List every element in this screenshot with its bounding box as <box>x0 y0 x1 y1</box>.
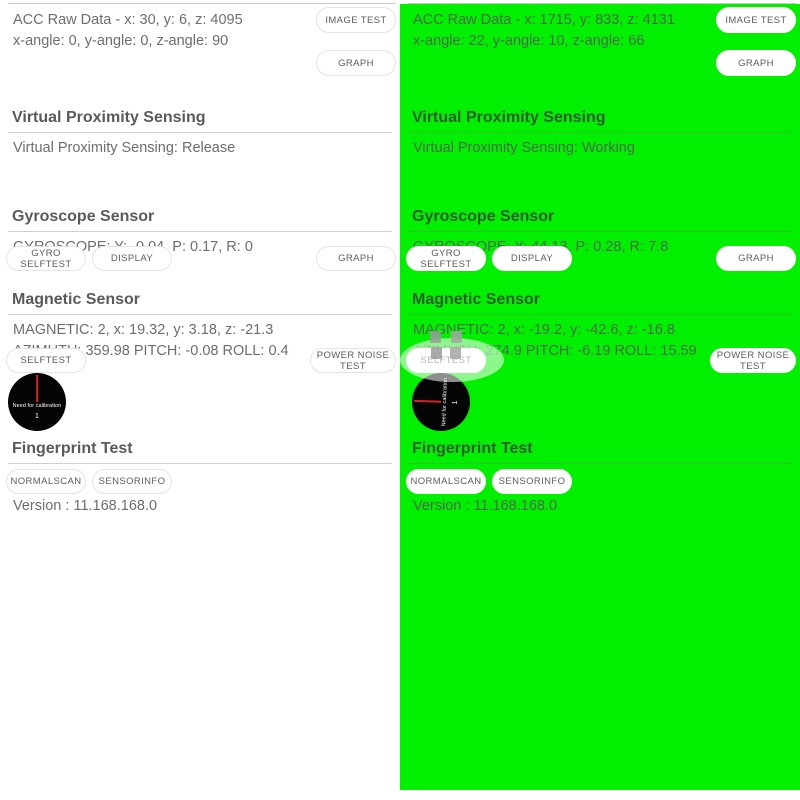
proximity-section-title: Virtual Proximity Sensing <box>412 109 606 126</box>
overlay-square-icon-2 <box>451 331 462 343</box>
top-divider <box>408 3 796 4</box>
compass-calibration-text: Need for calibration <box>12 403 62 409</box>
image-test-button[interactable]: IMAGE TEST <box>316 7 396 33</box>
graph-button-acc[interactable]: GRAPH <box>716 50 796 76</box>
gyro-display-button[interactable]: DISPLAY <box>492 246 572 271</box>
proximity-section-title: Virtual Proximity Sensing <box>12 109 206 126</box>
fingerprint-normalscan-button[interactable]: NORMALSCAN <box>406 469 486 494</box>
power-noise-test-button[interactable]: POWER NOISE TEST <box>710 348 796 373</box>
selftest-highlight-blob <box>400 338 504 382</box>
gyroscope-section-title: Gyroscope Sensor <box>412 208 555 225</box>
sensor-test-screen: ACC Raw Data - x: 30, y: 6, z: 4095 x-an… <box>0 0 800 800</box>
panel-right-green-overlay: ACC Raw Data - x: 1715, y: 833, z: 4131 … <box>400 0 800 800</box>
fingerprint-normalscan-button[interactable]: NORMALSCAN <box>6 469 86 494</box>
gyroscope-section-title: Gyroscope Sensor <box>12 208 155 225</box>
acc-raw-angles-line2: x-angle: 0, y-angle: 0, z-angle: 90 <box>13 33 229 49</box>
magnetic-compass-widget: Need for calibration 1 <box>8 373 66 431</box>
fingerprint-version: Version : 11.168.168.0 <box>413 498 558 514</box>
compass-accuracy-value: 1 <box>451 400 460 405</box>
power-noise-test-button[interactable]: POWER NOISE TEST <box>310 348 396 373</box>
magnetic-section-title: Magnetic Sensor <box>12 291 141 308</box>
graph-button-gyro[interactable]: GRAPH <box>716 246 796 271</box>
gyro-display-button[interactable]: DISPLAY <box>92 246 172 271</box>
proximity-status: Virtual Proximity Sensing: Release <box>13 140 236 156</box>
compass-accuracy-value: 1 <box>35 413 39 420</box>
magnetic-reading: MAGNETIC: 2, x: 19.32, y: 3.18, z: -21.3 <box>13 322 274 338</box>
fingerprint-sensorinfo-button[interactable]: SENSORINFO <box>92 469 172 494</box>
gyro-selftest-button[interactable]: GYRO SELFTEST <box>6 246 86 271</box>
left-content: ACC Raw Data - x: 30, y: 6, z: 4095 x-an… <box>0 0 400 517</box>
fingerprint-version: Version : 11.168.168.0 <box>13 498 158 514</box>
fingerprint-sensorinfo-button[interactable]: SENSORINFO <box>492 469 572 494</box>
fingerprint-section-title: Fingerprint Test <box>12 440 133 457</box>
top-divider <box>8 3 396 4</box>
gyro-selftest-button[interactable]: GYRO SELFTEST <box>406 246 486 271</box>
overlay-square-icon-4 <box>450 347 461 359</box>
graph-button-acc[interactable]: GRAPH <box>316 50 396 76</box>
magnetic-section-title: Magnetic Sensor <box>412 291 541 308</box>
proximity-status: Virtual Proximity Sensing: Working <box>413 140 635 156</box>
compass-needle-icon <box>36 375 38 402</box>
overlay-square-icon-3 <box>431 347 442 359</box>
right-content: ACC Raw Data - x: 1715, y: 833, z: 4131 … <box>400 0 800 517</box>
image-test-button[interactable]: IMAGE TEST <box>716 7 796 33</box>
graph-button-gyro[interactable]: GRAPH <box>316 246 396 271</box>
fingerprint-section-title: Fingerprint Test <box>412 440 533 457</box>
magnetic-selftest-button[interactable]: SELFTEST <box>6 348 86 373</box>
overlay-square-icon-1 <box>430 331 441 343</box>
acc-raw-angles-line2: x-angle: 22, y-angle: 10, z-angle: 66 <box>413 33 645 49</box>
compass-needle-icon <box>413 400 442 403</box>
panel-left-normal: ACC Raw Data - x: 30, y: 6, z: 4095 x-an… <box>0 0 400 800</box>
